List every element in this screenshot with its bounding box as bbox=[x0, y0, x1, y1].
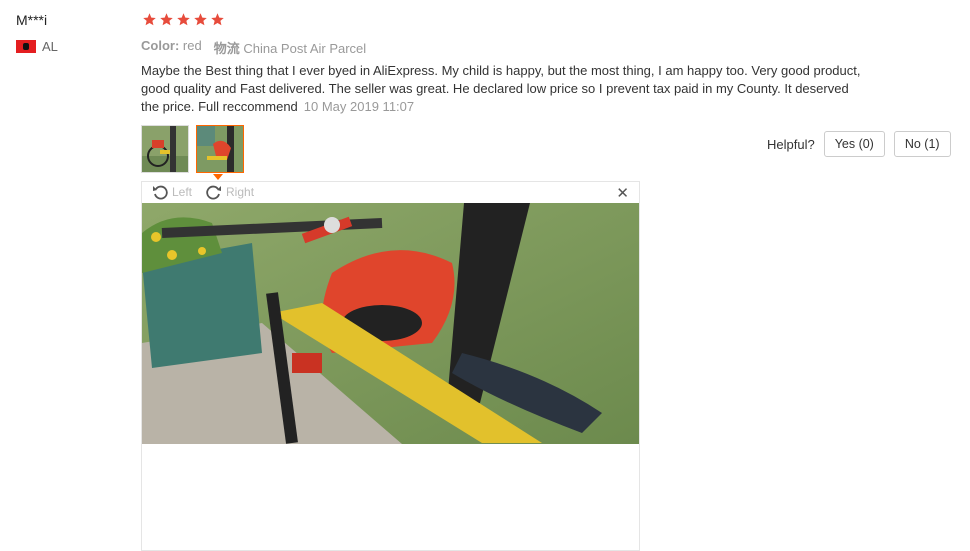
star-icon bbox=[194, 13, 207, 26]
star-icon bbox=[211, 13, 224, 26]
rotate-left-icon bbox=[153, 185, 168, 200]
star-icon bbox=[177, 13, 190, 26]
photo-thumbnail-selected[interactable] bbox=[196, 125, 244, 173]
shipping-value: China Post Air Parcel bbox=[243, 41, 367, 56]
helpful-label: Helpful? bbox=[767, 136, 815, 152]
photo-viewer-toolbar: Left Right bbox=[142, 182, 639, 202]
star-icon bbox=[143, 13, 156, 26]
review-photo-thumbnails bbox=[141, 125, 244, 173]
color-value: red bbox=[182, 38, 202, 53]
star-rating bbox=[142, 12, 225, 27]
close-icon[interactable]: ✕ bbox=[616, 184, 629, 202]
review-text: Maybe the Best thing that I ever byed in… bbox=[141, 62, 861, 116]
helpful-yes-button[interactable]: Yes (0) bbox=[823, 131, 885, 157]
color-label: Color: bbox=[141, 38, 180, 53]
flag-icon bbox=[16, 40, 36, 53]
shipping-label: 物流 bbox=[213, 41, 240, 56]
selected-thumbnail-pointer bbox=[213, 174, 223, 180]
helpful-no-button[interactable]: No (1) bbox=[893, 131, 951, 157]
country-code: AL bbox=[42, 39, 58, 54]
review-date: 10 May 2019 11:07 bbox=[303, 99, 415, 114]
rotate-left-label: Left bbox=[172, 185, 193, 199]
photo-viewer: Left Right ✕ bbox=[141, 181, 640, 551]
thumbnail-image bbox=[197, 126, 243, 172]
review-photo bbox=[142, 203, 639, 444]
order-info: Color: red 物流 China Post Air Parcel bbox=[141, 38, 366, 57]
rotate-left-button[interactable]: Left bbox=[152, 184, 192, 200]
star-icon bbox=[160, 13, 173, 26]
bike-seat-photo bbox=[142, 203, 639, 444]
rotate-right-button[interactable]: Right bbox=[206, 184, 254, 200]
reviewer-name: M***i bbox=[16, 12, 48, 28]
helpful-vote: Helpful? Yes (0) No (1) bbox=[767, 131, 951, 157]
reviewer-country: AL bbox=[16, 39, 58, 54]
thumbnail-image bbox=[142, 126, 188, 172]
photo-thumbnail[interactable] bbox=[141, 125, 189, 173]
review-body: Maybe the Best thing that I ever byed in… bbox=[141, 63, 861, 114]
rotate-right-label: Right bbox=[226, 185, 255, 199]
rotate-right-icon bbox=[206, 185, 222, 200]
